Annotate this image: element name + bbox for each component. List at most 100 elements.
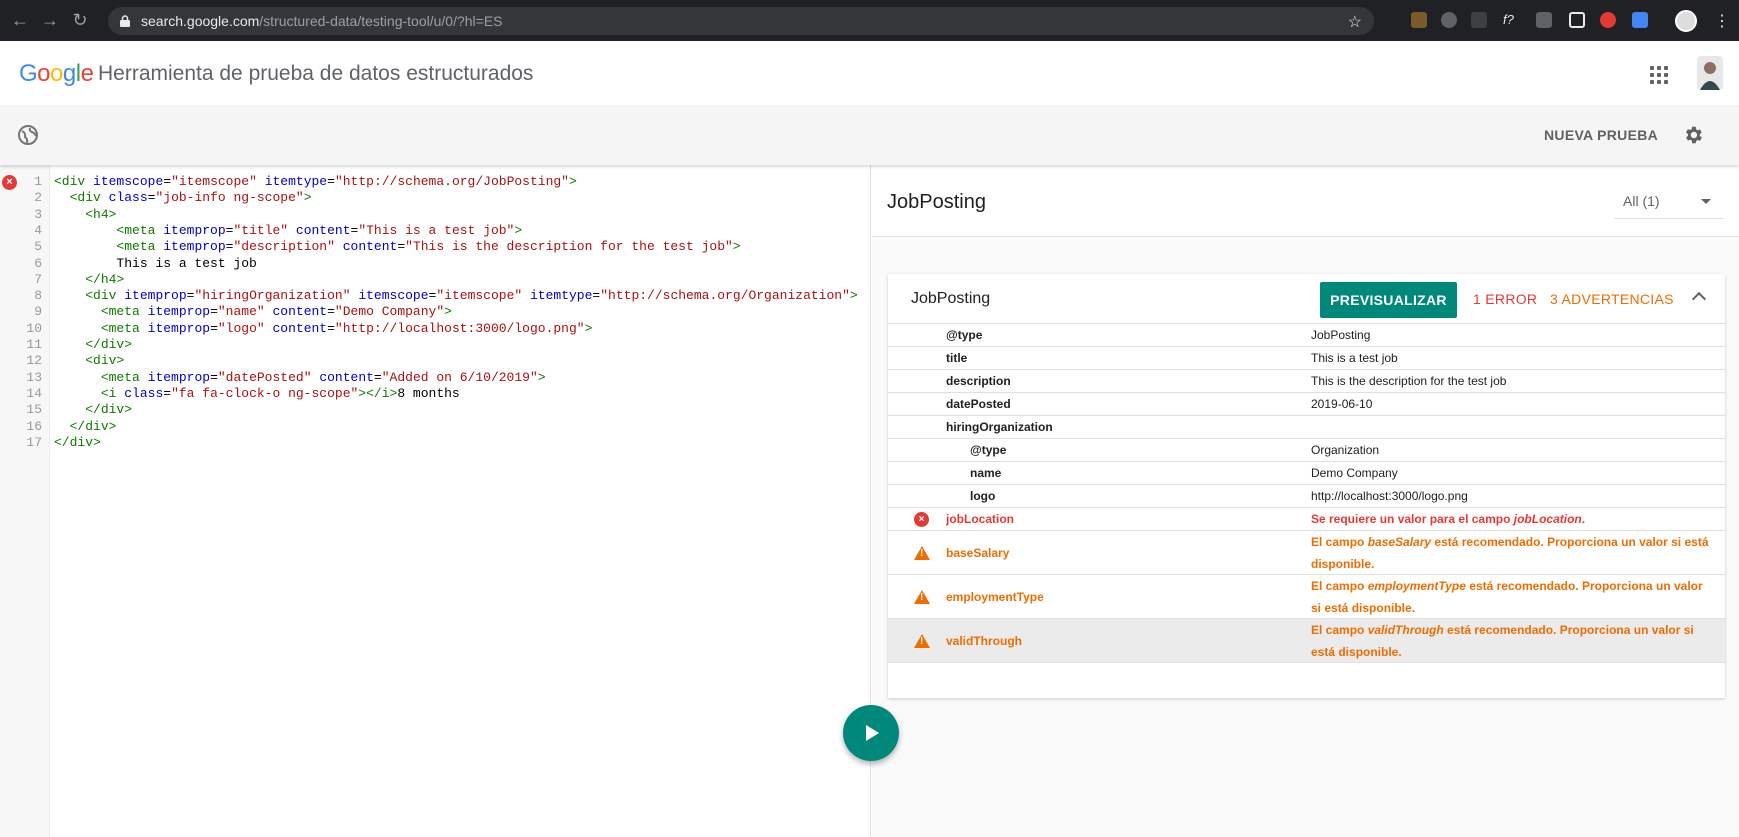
browser-menu-icon[interactable]: ⋮ [1714,11,1730,31]
card-header[interactable]: JobPosting PREVISUALIZAR 1 ERROR 3 ADVER… [888,274,1725,324]
code-line[interactable]: 8 <div itemprop="hiringOrganization" ite… [0,287,871,305]
filter-value: All (1) [1623,193,1660,209]
logo-letter: g [62,60,76,87]
property-value: 2019-06-10 [1311,397,1373,411]
extension-icon[interactable] [1471,12,1487,28]
code-line[interactable]: 2 <div class="job-info ng-scope"> [0,189,871,207]
apps-grid-icon[interactable] [1650,66,1668,84]
account-avatar[interactable] [1697,56,1723,90]
line-number: 15 [26,402,42,418]
line-number: 2 [34,190,42,206]
code-line[interactable]: 15 </div> [0,401,871,419]
address-bar[interactable]: search.google.com/structured-data/testin… [108,7,1374,35]
code-text: </h4> [85,271,125,287]
line-number: 8 [34,288,42,304]
globe-icon[interactable] [18,125,38,145]
line-number: 5 [34,239,42,255]
logo-letter: o [50,60,63,87]
code-text: <meta itemprop="title" content="This is … [116,222,523,238]
function-extension-icon[interactable]: f? [1503,12,1519,28]
code-line[interactable]: 7 </h4> [0,271,871,289]
code-line[interactable]: 9 <meta itemprop="name" content="Demo Co… [0,303,871,321]
line-number: 1 [34,174,42,189]
error-count-link[interactable]: 1 ERROR [1473,291,1537,307]
property-key: logo [970,489,996,503]
line-number: 13 [26,369,42,385]
line-number: 9 [34,304,42,320]
warning-row[interactable]: baseSalaryEl campo baseSalary está recom… [888,531,1725,575]
browser-chrome: ← → ↻ search.google.com/structured-data/… [0,0,1739,41]
warning-icon [914,546,930,560]
issue-message-text: El campo [1311,623,1368,637]
property-value: This is a test job [1311,351,1398,365]
code-editor[interactable]: × 1 <div itemscope="itemscope" itemtype="… [0,165,871,837]
issue-field-name: validThrough [1367,623,1444,637]
warning-icon [914,590,930,604]
code-text: <meta itemprop="logo" content="http://lo… [100,320,593,336]
card-title: JobPosting [911,290,991,307]
reload-icon[interactable]: ↻ [70,10,90,30]
lock-icon [120,15,130,27]
code-line[interactable]: 6 This is a test job [0,255,871,273]
code-line[interactable]: 12 <div> [0,352,871,370]
profile-avatar[interactable] [1675,10,1697,32]
property-row: title This is a test job [888,347,1725,370]
run-test-button[interactable] [843,705,899,761]
code-text: </div> [85,337,133,352]
code-text: </div> [85,402,133,418]
chevron-up-icon[interactable] [1691,291,1707,307]
line-number: 4 [34,222,42,238]
code-line[interactable]: 1 <div itemscope="itemscope" itemtype="ht… [0,173,871,191]
play-icon [866,725,879,741]
property-row: @type JobPosting [888,324,1725,347]
filter-dropdown[interactable]: All (1) [1614,183,1724,219]
code-line[interactable]: 4 <meta itemprop="title" content="This i… [0,222,871,240]
error-icon: × [914,512,929,527]
code-line[interactable]: 11 </div> [0,336,871,354]
warning-row[interactable]: employmentTypeEl campo employmentType es… [888,575,1725,619]
code-line[interactable]: 13 <meta itemprop="datePosted" content="… [0,369,871,387]
code-line[interactable]: 17 </div> [0,434,871,452]
issue-message: Se requiere un valor para el campo jobLo… [1311,508,1711,530]
line-number: 11 [26,337,42,352]
code-line[interactable]: 3 <h4> [0,206,871,224]
code-line[interactable]: 16 </div> [0,418,871,436]
issue-message: El campo employmentType está recomendado… [1311,575,1711,619]
extension-icon[interactable] [1441,12,1457,28]
property-key: @type [970,443,1007,457]
gear-icon[interactable] [1682,124,1704,146]
line-number: 12 [26,353,42,369]
issue-field-name: baseSalary [1367,535,1432,549]
forward-icon[interactable]: → [40,10,60,30]
toolbar: NUEVA PRUEBA [0,105,1739,165]
extension-icon[interactable] [1600,12,1616,28]
property-row: @type Organization [888,439,1725,462]
code-text: <div itemscope="itemscope" itemtype="htt… [54,174,577,189]
error-row[interactable]: × jobLocation Se requiere un valor para el… [888,508,1725,531]
app-header: Google Herramienta de prueba de datos es… [0,41,1739,105]
property-value: http://localhost:3000/logo.png [1311,489,1468,503]
extension-icon[interactable] [1411,12,1427,28]
code-line[interactable]: 14 <i class="fa fa-clock-o ng-scope"></i… [0,385,871,403]
new-test-button[interactable]: NUEVA PRUEBA [1544,127,1658,143]
property-key: @type [946,328,983,342]
bookmark-star-icon[interactable]: ☆ [1348,12,1362,32]
warning-count-link[interactable]: 3 ADVERTENCIAS [1550,291,1674,307]
issue-field-name: employmentType [1367,579,1466,593]
warning-row[interactable]: validThroughEl campo validThrough está r… [888,619,1725,663]
code-line[interactable]: 10 <meta itemprop="logo" content="http:/… [0,320,871,338]
pocket-icon[interactable] [1569,12,1585,28]
issue-message: El campo baseSalary está recomendado. Pr… [1311,531,1711,575]
issue-key: validThrough [946,634,1022,648]
property-value: This is the description for the test job [1311,374,1507,388]
code-text: <meta itemprop="datePosted" content="Add… [100,369,546,385]
preview-button[interactable]: PREVISUALIZAR [1320,282,1457,318]
code-line[interactable]: 5 <meta itemprop="description" content="… [0,238,871,256]
back-icon[interactable]: ← [10,10,30,30]
warning-icon [914,634,930,648]
issue-key: jobLocation [946,512,1014,526]
code-text: This is a test job [54,255,257,271]
extension-icon[interactable] [1536,12,1552,28]
translate-icon[interactable] [1632,12,1648,28]
property-value: Demo Company [1311,466,1398,480]
